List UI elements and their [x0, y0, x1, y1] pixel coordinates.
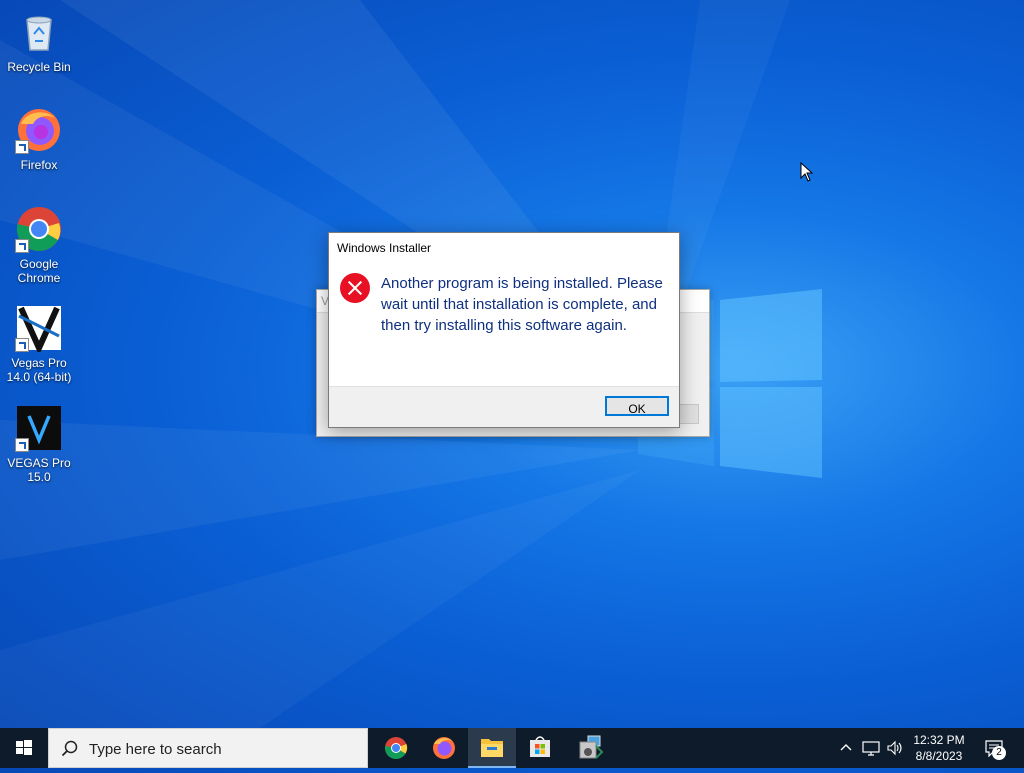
taskbar-clock[interactable]: 12:32 PM 8/8/2023	[906, 732, 972, 764]
taskbar-file-explorer[interactable]	[468, 728, 516, 768]
firefox-icon	[433, 737, 455, 759]
desktop-icon-recycle-bin[interactable]: Recycle Bin	[4, 8, 74, 74]
desktop-icon-vegas-pro-15[interactable]: VEGAS Pro 15.0	[4, 404, 74, 484]
microsoft-store-icon	[530, 736, 550, 757]
notification-count-badge: 2	[992, 746, 1006, 760]
firefox-icon	[15, 106, 63, 154]
shortcut-arrow-icon	[15, 438, 29, 452]
clock-time: 12:32 PM	[913, 733, 965, 747]
chrome-icon	[15, 205, 63, 253]
taskbar-search-box[interactable]: Type here to search	[48, 728, 368, 768]
recycle-bin-icon	[15, 8, 63, 56]
mouse-cursor-icon	[800, 162, 814, 182]
file-explorer-icon	[481, 739, 503, 757]
desktop-icon-label: Vegas Pro 14.0 (64-bit)	[6, 356, 72, 384]
windows-start-icon	[16, 740, 32, 755]
taskbar-microsoft-store[interactable]	[516, 728, 564, 768]
shortcut-arrow-icon	[15, 140, 29, 154]
chevron-up-icon[interactable]	[838, 740, 854, 756]
taskbar-firefox[interactable]	[420, 728, 468, 768]
dialog-footer: OK	[329, 386, 679, 427]
windows-installer-dialog: Windows Installer Another program is bei…	[328, 232, 680, 428]
network-icon[interactable]	[862, 740, 880, 756]
vegas-pro-14-icon	[15, 304, 63, 356]
shortcut-arrow-icon	[15, 338, 29, 352]
dialog-title: Windows Installer	[337, 241, 432, 255]
taskbar: Type here to search 12:32 PM 8/8/2023 2	[0, 728, 1024, 768]
desktop-icon-label: Google Chrome	[17, 257, 61, 285]
shortcut-arrow-icon	[15, 239, 29, 253]
desktop-icon-label: Recycle Bin	[7, 60, 71, 74]
desktop-icon-firefox[interactable]: Firefox	[4, 106, 74, 172]
installer-icon	[579, 735, 604, 759]
clock-date: 8/8/2023	[915, 749, 963, 763]
vegas-pro-15-icon	[15, 404, 63, 452]
chrome-icon	[385, 737, 408, 759]
desktop-icon-label: VEGAS Pro 15.0	[7, 456, 71, 484]
search-placeholder: Type here to search	[89, 741, 222, 758]
taskbar-installer[interactable]	[566, 728, 614, 768]
volume-icon[interactable]	[886, 740, 904, 756]
dialog-message: Another program is being installed. Plea…	[381, 275, 663, 334]
taskbar-chrome[interactable]	[372, 728, 420, 768]
error-icon	[340, 273, 370, 303]
desktop-icon-vegas-pro-14[interactable]: Vegas Pro 14.0 (64-bit)	[4, 304, 74, 384]
start-button[interactable]	[0, 728, 48, 768]
search-icon	[61, 740, 78, 757]
desktop-icon-chrome[interactable]: Google Chrome	[4, 205, 74, 285]
desktop-icon-label: Firefox	[20, 158, 58, 172]
ok-button[interactable]: OK	[605, 396, 669, 416]
